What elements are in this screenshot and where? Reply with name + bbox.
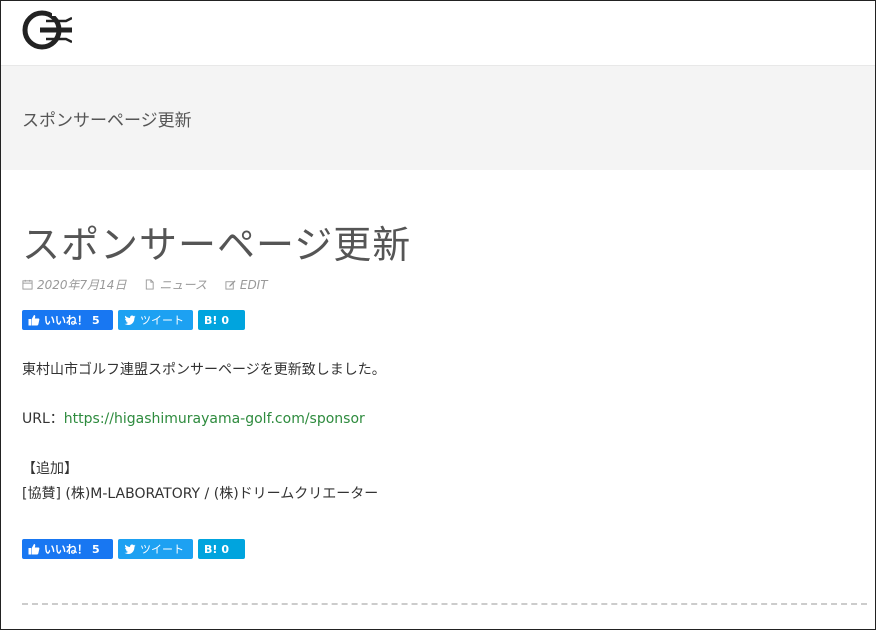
hatena-bookmark-button[interactable]: B! 0 <box>198 310 245 330</box>
added-heading: 【追加】 <box>22 461 78 477</box>
like-count: 5 <box>92 313 100 327</box>
thumbs-up-icon <box>28 315 40 326</box>
post-category-link[interactable]: ニュース <box>159 276 206 293</box>
tweet-label: ツイート <box>140 543 184 556</box>
url-label: URL： <box>22 411 64 427</box>
like-label: いいね！ <box>44 543 88 556</box>
page-title-band: スポンサーページ更新 <box>1 66 875 170</box>
hatena-bookmark-button[interactable]: B! 0 <box>198 539 245 559</box>
document-icon <box>146 279 155 290</box>
thumbs-up-icon <box>28 544 40 555</box>
page-band-title: スポンサーページ更新 <box>22 111 192 131</box>
hatena-count: 0 <box>221 542 230 556</box>
hatena-label: B! <box>204 542 218 556</box>
facebook-like-button[interactable]: いいね！ 5 <box>22 310 113 330</box>
sponsor-page-link[interactable]: https://higashimurayama-golf.com/sponsor <box>64 411 365 427</box>
tweet-button[interactable]: ツイート <box>118 310 193 330</box>
post-date: 2020年7月14日 <box>37 278 127 292</box>
hatena-label: B! <box>204 313 218 327</box>
site-logo-icon[interactable] <box>22 10 72 50</box>
calendar-icon <box>22 279 33 290</box>
share-buttons-bottom: いいね！ 5 ツイート B! 0 <box>22 539 245 559</box>
like-count: 5 <box>92 542 100 556</box>
post-meta: 2020年7月14日 ニュース EDIT <box>22 276 268 293</box>
post-title: スポンサーページ更新 <box>22 223 412 267</box>
edit-link[interactable]: EDIT <box>240 278 268 292</box>
tweet-label: ツイート <box>140 314 184 327</box>
tweet-button[interactable]: ツイート <box>118 539 193 559</box>
site-header <box>1 1 875 66</box>
url-line: URL：https://higashimurayama-golf.com/spo… <box>22 407 365 432</box>
like-label: いいね！ <box>44 314 88 327</box>
added-sponsors: [協賛] (株)M-LABORATORY / (株)ドリームクリエーター <box>22 486 379 502</box>
edit-icon <box>225 280 236 290</box>
content-paragraph: 東村山市ゴルフ連盟スポンサーページを更新致しました。 <box>22 362 386 378</box>
hatena-count: 0 <box>221 313 230 327</box>
dashed-divider <box>22 603 867 605</box>
facebook-like-button[interactable]: いいね！ 5 <box>22 539 113 559</box>
share-buttons-top: いいね！ 5 ツイート B! 0 <box>22 310 245 330</box>
twitter-bird-icon <box>124 315 136 326</box>
twitter-bird-icon <box>124 544 136 555</box>
